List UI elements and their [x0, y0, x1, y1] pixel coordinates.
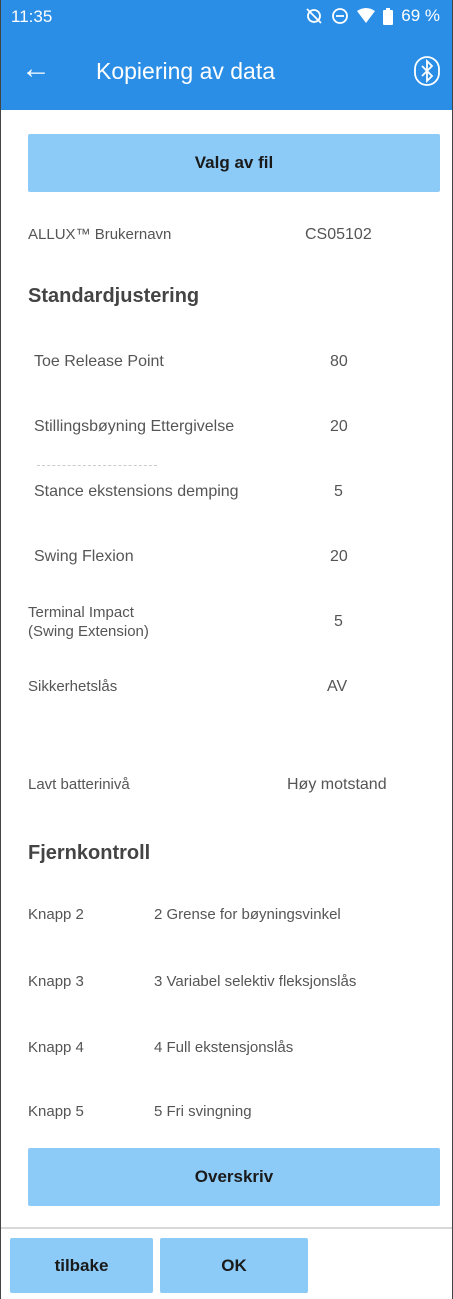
status-time: 11:35 — [11, 7, 53, 26]
button-3-label: Knapp 3 — [28, 973, 84, 990]
toe-release-value[interactable]: 80 — [330, 353, 348, 371]
swing-flexion-value[interactable]: 20 — [330, 548, 348, 566]
terminal-impact-value[interactable]: 5 — [334, 613, 343, 631]
overwrite-button[interactable]: Overskriv — [28, 1148, 440, 1206]
wifi-icon — [357, 8, 376, 23]
button-4-label: Knapp 4 — [28, 1039, 84, 1056]
terminal-impact-sublabel: (Swing Extension) — [28, 623, 149, 640]
stance-flexion-label: Stillingsbøyning Ettergivelse — [34, 418, 235, 435]
terminal-impact-label: Terminal Impact — [28, 604, 134, 621]
status-bar: 11:35 69 % — [1, 0, 452, 34]
standard-heading: Standardjustering — [28, 285, 200, 307]
page-title: Kopiering av data — [96, 58, 276, 84]
swing-flexion-label: Swing Flexion — [34, 548, 134, 565]
select-file-button[interactable]: Valg av fil — [28, 134, 440, 192]
bluetooth-icon[interactable] — [414, 56, 440, 86]
button-5-label: Knapp 5 — [28, 1103, 84, 1120]
stance-extension-label: Stance ekstensions demping — [34, 483, 239, 500]
divider — [37, 465, 157, 467]
battery-percent: 69 % — [401, 6, 440, 25]
stance-extension-value[interactable]: 5 — [334, 483, 343, 501]
safety-lock-label: Sikkerhetslås — [28, 678, 118, 695]
toe-release-label: Toe Release Point — [34, 353, 164, 370]
username-label: ALLUX™ Brukernavn — [28, 226, 172, 243]
bottom-bar: tilbake OK — [1, 1229, 452, 1299]
screen: 11:35 69 % ← Kopiering av data Valg av f… — [0, 0, 453, 1299]
button-2-label: Knapp 2 — [28, 906, 84, 923]
button-3-value[interactable]: 3 Variabel selektiv fleksjonslås — [154, 973, 356, 990]
stance-flexion-value[interactable]: 20 — [330, 418, 348, 436]
battery-icon — [383, 7, 394, 25]
do-not-disturb-icon — [332, 8, 349, 24]
button-2-value[interactable]: 2 Grense for bøyningsvinkel — [154, 906, 341, 923]
alarm-off-icon — [306, 8, 322, 24]
app-bar: ← Kopiering av data — [1, 34, 452, 110]
low-battery-label: Lavt batterinivå — [28, 776, 130, 793]
ok-button[interactable]: OK — [160, 1238, 308, 1293]
back-button[interactable]: tilbake — [10, 1238, 153, 1293]
button-4-value[interactable]: 4 Full ekstensjonslås — [154, 1039, 293, 1056]
username-value: CS05102 — [305, 226, 372, 243]
low-battery-value[interactable]: Høy motstand — [287, 776, 387, 794]
back-arrow-icon[interactable]: ← — [21, 54, 51, 84]
remote-heading: Fjernkontroll — [28, 842, 151, 864]
button-5-value[interactable]: 5 Fri svingning — [154, 1103, 252, 1120]
safety-lock-value[interactable]: AV — [327, 678, 347, 696]
